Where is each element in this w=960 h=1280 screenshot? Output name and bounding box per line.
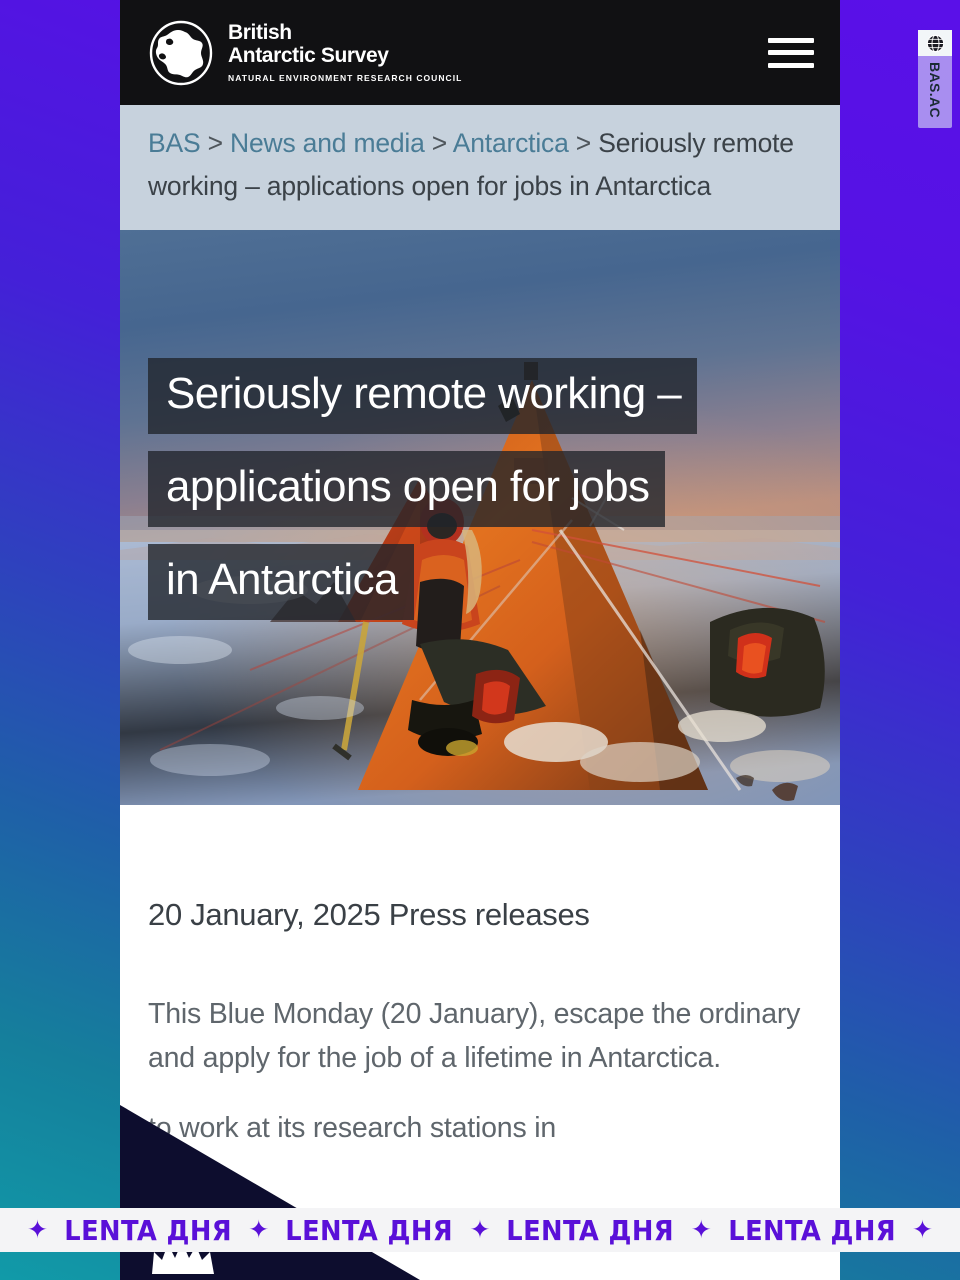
lenta-dnya-marquee-banner: ✦ LENTA ДНЯ ✦ LENTA ДНЯ ✦ LENTA ДНЯ ✦ LE… xyxy=(0,1208,960,1252)
site-header: British Antarctic Survey NATURAL ENVIRON… xyxy=(120,0,840,105)
bas-ac-side-tab-label: BAS.AC xyxy=(927,62,943,119)
screenshot-canvas: British Antarctic Survey NATURAL ENVIRON… xyxy=(0,0,960,1280)
hero-banner: Seriously remote working – applications … xyxy=(120,229,840,805)
breadcrumb-item-news-and-media[interactable]: News and media xyxy=(230,128,425,158)
sparkle-icon: ✦ xyxy=(27,1215,48,1244)
marquee-label: LENTA ДНЯ xyxy=(64,1213,232,1247)
brand-subtitle: NATURAL ENVIRONMENT RESEARCH COUNCIL xyxy=(228,73,463,84)
article-body-paragraph: to work at its research stations in xyxy=(148,1111,557,1144)
hero-title-overlay: Seriously remote working – applications … xyxy=(148,357,812,637)
sparkle-icon: ✦ xyxy=(469,1215,491,1244)
article-meta: 20 January, 2025 Press releases xyxy=(148,896,590,932)
hamburger-bar xyxy=(768,50,814,55)
breadcrumb: BAS > News and media > Antarctica > Seri… xyxy=(120,105,840,230)
sparkle-icon: ✦ xyxy=(911,1215,933,1244)
sparkle-icon: ✦ xyxy=(690,1215,712,1244)
hero-title-line-1: Seriously remote working – xyxy=(148,357,698,434)
breadcrumb-item-bas[interactable]: BAS xyxy=(148,128,201,158)
article-standfirst: This Blue Monday (20 January), escape th… xyxy=(148,997,801,1074)
breadcrumb-separator: > xyxy=(568,128,599,158)
hero-title-line-3: in Antarctica xyxy=(148,543,414,620)
sparkle-icon: ✦ xyxy=(248,1215,270,1244)
site-logo-wordmark: British Antarctic Survey NATURAL ENVIRON… xyxy=(228,21,463,84)
marquee-item: LENTA ДНЯ xyxy=(269,1214,469,1247)
web-page-column: British Antarctic Survey NATURAL ENVIRON… xyxy=(120,0,840,1280)
brand-line-2: Antarctic Survey xyxy=(228,43,389,67)
hamburger-bar xyxy=(768,37,814,43)
hamburger-menu-icon[interactable] xyxy=(768,35,814,71)
marquee-label: LENTA ДНЯ xyxy=(285,1213,454,1247)
bas-ac-side-tab[interactable]: BAS.AC xyxy=(918,30,952,129)
marquee-item: LENTA ДНЯ xyxy=(712,1214,912,1247)
breadcrumb-separator: > xyxy=(424,128,453,158)
breadcrumb-item-antarctica[interactable]: Antarctica xyxy=(453,128,569,158)
breadcrumb-separator: > xyxy=(200,128,231,158)
marquee-label: LENTA ДНЯ xyxy=(506,1213,675,1247)
antarctica-continent-icon xyxy=(148,20,214,86)
hamburger-bar xyxy=(768,62,814,68)
brand-line-1: British xyxy=(228,21,292,45)
globe-icon xyxy=(918,30,952,56)
hero-title-line-2: applications open for jobs xyxy=(148,450,666,527)
marquee-item: LENTA ДНЯ xyxy=(490,1214,690,1247)
site-logo[interactable]: British Antarctic Survey NATURAL ENVIRON… xyxy=(148,20,462,86)
marquee-item: LENTA ДНЯ xyxy=(48,1214,248,1247)
article-content: 20 January, 2025 Press releases This Blu… xyxy=(120,804,840,1151)
marquee-label: LENTA ДНЯ xyxy=(727,1213,896,1247)
